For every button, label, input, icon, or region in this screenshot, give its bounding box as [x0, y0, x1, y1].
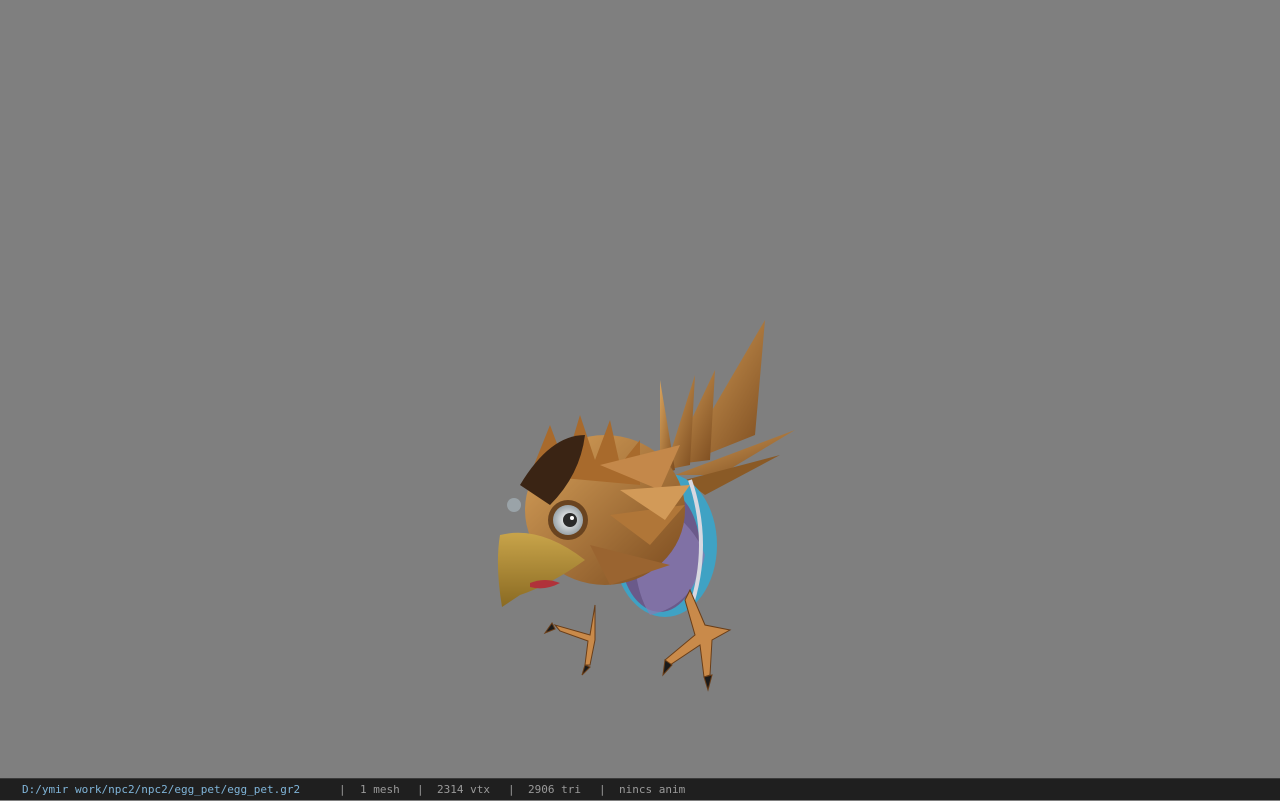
separator: | — [339, 783, 346, 796]
vertex-count: 2314 vtx — [437, 783, 490, 796]
left-leg — [543, 604, 596, 676]
separator: | — [599, 783, 606, 796]
egg-pet-model — [497, 320, 795, 692]
separator: | — [417, 783, 424, 796]
file-path: D:/ymir work/npc2/npc2/egg_pet/egg_pet.g… — [22, 783, 301, 796]
triangle-count: 2906 tri — [528, 783, 581, 796]
separator: | — [508, 783, 515, 796]
mesh-count: 1 mesh — [360, 783, 400, 796]
animation-status: nincs anim — [619, 783, 686, 796]
3d-viewport[interactable] — [0, 0, 1280, 778]
tail-feathers — [660, 320, 795, 495]
status-bar: D:/ymir work/npc2/npc2/egg_pet/egg_pet.g… — [0, 778, 1280, 800]
